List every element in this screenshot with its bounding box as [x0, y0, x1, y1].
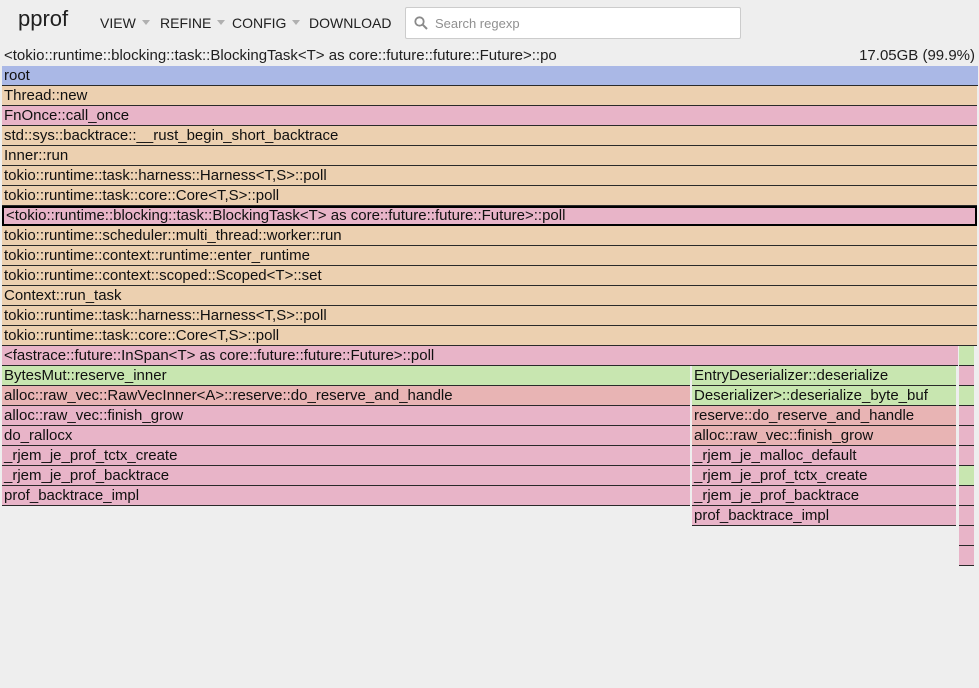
flame-frame[interactable]: Inner::run — [2, 146, 977, 166]
flame-frame[interactable]: _rjem_je_prof_tctx_create — [692, 466, 956, 486]
flame-frame[interactable]: <tokio::runtime::blocking::task::Blockin… — [2, 206, 977, 226]
flame-frame[interactable]: FnOnce::call_once — [2, 106, 977, 126]
flame-frame[interactable]: Context::run_task — [2, 286, 977, 306]
flame-frame[interactable] — [959, 446, 974, 466]
caret-down-icon — [217, 19, 226, 25]
flame-frame[interactable]: Thread::new — [2, 86, 977, 106]
flame-frame[interactable]: tokio::runtime::task::harness::Harness<T… — [2, 166, 977, 186]
flame-frame[interactable]: tokio::runtime::scheduler::multi_thread:… — [2, 226, 977, 246]
toolbar: pprof VIEW REFINE CONFIG DOWNLOAD — [0, 0, 979, 46]
flame-frame[interactable]: alloc::raw_vec::finish_grow — [692, 426, 956, 446]
caret-down-icon — [292, 19, 301, 25]
refine-menu-label: REFINE — [160, 15, 212, 31]
download-menu-label: DOWNLOAD — [309, 15, 392, 31]
search-input[interactable] — [433, 12, 737, 34]
flame-frame[interactable]: tokio::runtime::task::core::Core<T,S>::p… — [2, 326, 977, 346]
flame-frame[interactable]: tokio::runtime::task::harness::Harness<T… — [2, 306, 977, 326]
search-box — [405, 7, 741, 39]
flame-frame[interactable] — [959, 386, 974, 406]
flame-frame[interactable] — [959, 486, 974, 506]
flame-frame[interactable]: Deserializer>::deserialize_byte_buf — [692, 386, 956, 406]
flame-frame[interactable]: _rjem_je_prof_backtrace — [2, 466, 690, 486]
flame-frame[interactable]: std::sys::backtrace::__rust_begin_short_… — [2, 126, 977, 146]
flame-frame[interactable]: <fastrace::future::InSpan<T> as core::fu… — [2, 346, 958, 366]
selected-frame-name: <tokio::runtime::blocking::task::Blockin… — [4, 47, 557, 64]
flame-frame[interactable]: _rjem_je_prof_tctx_create — [2, 446, 690, 466]
flame-frame[interactable]: _rjem_je_malloc_default — [692, 446, 956, 466]
flame-frame[interactable]: do_rallocx — [2, 426, 690, 446]
refine-menu[interactable]: REFINE — [160, 15, 226, 31]
flame-frame[interactable]: reserve::do_reserve_and_handle — [692, 406, 956, 426]
view-menu[interactable]: VIEW — [100, 15, 150, 31]
flame-frame[interactable]: root — [2, 66, 978, 86]
flame-frame[interactable] — [959, 526, 974, 546]
flame-frame[interactable]: alloc::raw_vec::finish_grow — [2, 406, 690, 426]
download-menu[interactable]: DOWNLOAD — [309, 15, 391, 31]
selected-frame-value: 17.05GB (99.9%) — [859, 47, 975, 64]
flame-frame[interactable]: tokio::runtime::context::scoped::Scoped<… — [2, 266, 977, 286]
flame-frame[interactable]: prof_backtrace_impl — [692, 506, 956, 526]
config-menu[interactable]: CONFIG — [232, 15, 301, 31]
config-menu-label: CONFIG — [232, 15, 287, 31]
caret-down-icon — [141, 19, 150, 25]
flame-frame[interactable] — [959, 426, 974, 446]
flame-frame[interactable]: _rjem_je_prof_backtrace — [692, 486, 956, 506]
flame-graph: root Thread::new FnOnce::call_once std::sys… — [0, 66, 979, 576]
flame-frame[interactable] — [959, 466, 974, 486]
flame-frame[interactable] — [959, 366, 974, 386]
search-icon — [414, 16, 428, 30]
flame-frame[interactable] — [959, 346, 974, 366]
flame-frame[interactable]: prof_backtrace_impl — [2, 486, 690, 506]
flame-frame[interactable]: alloc::raw_vec::RawVecInner<A>::reserve:… — [2, 386, 690, 406]
flame-frame[interactable] — [959, 506, 974, 526]
flame-frame[interactable]: EntryDeserializer::deserialize — [692, 366, 956, 386]
flame-frame[interactable] — [959, 406, 974, 426]
view-menu-label: VIEW — [100, 15, 136, 31]
flame-frame[interactable]: tokio::runtime::context::runtime::enter_… — [2, 246, 977, 266]
flame-frame[interactable]: tokio::runtime::task::core::Core<T,S>::p… — [2, 186, 977, 206]
flame-frame[interactable] — [959, 546, 974, 566]
app-logo: pprof — [18, 6, 69, 31]
flame-frame[interactable]: BytesMut::reserve_inner — [2, 366, 690, 386]
